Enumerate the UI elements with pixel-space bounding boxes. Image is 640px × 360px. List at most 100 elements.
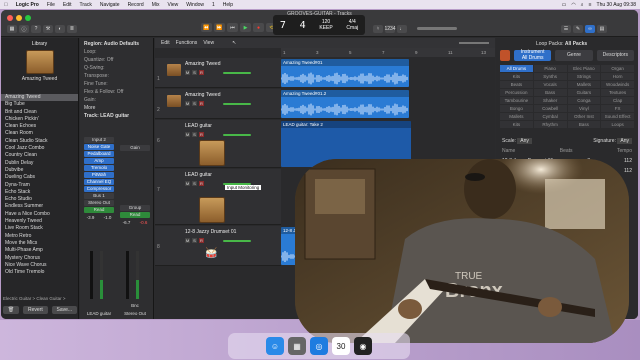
battery-icon[interactable]: ▭	[562, 2, 567, 8]
track-volume-slider[interactable]	[223, 103, 251, 105]
browser-button[interactable]: ▤	[597, 25, 607, 33]
library-item[interactable]: Old Time Tremolo	[1, 269, 78, 276]
plugin-slot[interactable]: Channel EQ	[84, 179, 114, 185]
library-item[interactable]: Echo Stack	[1, 189, 78, 196]
region-param[interactable]: Quantize: Off	[80, 56, 153, 64]
inspector-button[interactable]: ⓘ	[19, 25, 29, 33]
genre-tab[interactable]: Genre	[555, 50, 593, 61]
loop-reset-button[interactable]	[500, 50, 510, 61]
keyword-button[interactable]: Elec Piano	[567, 65, 601, 72]
track-header[interactable]: 7 LEAD guitar M S R Input Monitoring	[155, 169, 281, 225]
track-header[interactable]: 1 Amazing Tweed M S R	[155, 58, 281, 88]
solo-button[interactable]: S	[192, 101, 197, 106]
mute-button[interactable]: M	[185, 181, 190, 186]
solo-button[interactable]: S	[192, 70, 197, 75]
keyword-button[interactable]: Strings	[567, 73, 601, 80]
plugin-slot[interactable]: Compressor	[84, 186, 114, 192]
keyword-button[interactable]: Mallets	[500, 113, 533, 120]
gain-slot[interactable]: Gain	[120, 145, 150, 151]
track-inspector-title[interactable]: Track: LEAD guitar	[80, 112, 153, 120]
keyword-button[interactable]: Percussion	[500, 89, 533, 96]
master-volume-slider[interactable]	[417, 27, 457, 30]
revert-button[interactable]: Revert	[23, 306, 48, 314]
library-item[interactable]: Dueling Cabs	[1, 174, 78, 181]
app-menu[interactable]: Logic Pro	[12, 2, 43, 8]
keyword-button[interactable]: FX	[601, 105, 634, 112]
keyword-button[interactable]: Clap	[601, 97, 634, 104]
control-center-icon[interactable]: ≡	[589, 2, 592, 8]
launchpad-icon[interactable]: ▦	[288, 337, 306, 355]
library-item[interactable]: Dubvibe	[1, 167, 78, 174]
keyword-button[interactable]: Organ	[601, 65, 634, 72]
menu-edit[interactable]: Edit	[59, 2, 76, 8]
bus-send[interactable]: Bus 1	[84, 193, 114, 199]
list-editors-button[interactable]: ☰	[561, 25, 571, 33]
keyword-button[interactable]: Loops	[601, 121, 634, 128]
instrument-tab[interactable]: Instrument All Drums	[514, 49, 552, 61]
ruler[interactable]: 1 3 5 7 9 11 13	[281, 48, 495, 57]
region-param[interactable]: Transpose:	[80, 72, 153, 80]
track-name[interactable]: LEAD guitar	[185, 123, 212, 129]
record-enable-button[interactable]: R	[199, 101, 204, 106]
play-button[interactable]: ▶	[240, 23, 251, 32]
loop-browser-button[interactable]: ∞	[585, 25, 595, 33]
keyword-button[interactable]: Mallets	[567, 81, 601, 88]
plugin-slot[interactable]: Pedalboard	[84, 151, 114, 157]
track-header[interactable]: 8 12-8 Jazzy Drumset 01 M S R 🥁	[155, 226, 281, 266]
track-name[interactable]: Amazing Tweed	[185, 61, 220, 67]
track-volume-slider[interactable]	[223, 134, 251, 136]
group-slot[interactable]: Group	[120, 205, 150, 211]
wifi-icon[interactable]: ◠	[571, 2, 575, 8]
library-item[interactable]: Nice Wave Chorus	[1, 262, 78, 269]
keyword-button[interactable]: Piano	[533, 65, 567, 72]
track-volume-slider[interactable]	[223, 72, 251, 74]
library-item[interactable]: Move the Mics	[1, 240, 78, 247]
view-menu[interactable]: View	[203, 40, 214, 46]
track-volume-slider[interactable]	[223, 240, 251, 242]
record-enable-button[interactable]: R	[199, 70, 204, 75]
keyword-button[interactable]: Bass	[533, 89, 567, 96]
plugin-slot[interactable]: Noise Gate	[84, 144, 114, 150]
keyword-button[interactable]: Shaker	[533, 97, 567, 104]
calendar-icon[interactable]: 30	[332, 337, 350, 355]
region-param[interactable]: Gain:	[80, 96, 153, 104]
menu-track[interactable]: Track	[76, 2, 96, 8]
automation-read[interactable]: Read	[84, 207, 114, 213]
signature-select[interactable]: Any	[617, 138, 632, 144]
menu-file[interactable]: File	[43, 2, 59, 8]
audio-region[interactable]: Amazing Tweed#01	[281, 59, 409, 87]
keyword-button[interactable]: Beats	[500, 81, 533, 88]
library-button[interactable]: ▦	[7, 25, 17, 33]
zoom-slider[interactable]	[459, 42, 489, 44]
safari-icon[interactable]: ◎	[310, 337, 328, 355]
descriptors-tab[interactable]: Descriptors	[596, 50, 634, 61]
library-item[interactable]: Clean Studio Stack	[1, 138, 78, 145]
region-inspector-title[interactable]: Region: Audio Defaults	[80, 40, 153, 48]
edit-menu[interactable]: Edit	[161, 40, 170, 46]
keyword-button[interactable]: Tambourine	[500, 97, 533, 104]
keyword-button[interactable]: Bongo	[500, 105, 533, 112]
menu-mix[interactable]: Mix	[148, 2, 164, 8]
region-param[interactable]: Flex & Follow: Off	[80, 88, 153, 96]
library-item[interactable]: Dublin Delay	[1, 160, 78, 167]
library-item[interactable]: Have a Nice Combo	[1, 211, 78, 218]
keyword-button[interactable]: Horn	[601, 73, 634, 80]
library-item[interactable]: Metro Retro	[1, 233, 78, 240]
keyword-button[interactable]: Cymbal	[533, 113, 567, 120]
smart-controls-button[interactable]: ◐	[55, 25, 65, 33]
menu-help[interactable]: Help	[219, 2, 237, 8]
menu-record[interactable]: Record	[124, 2, 148, 8]
menubar-clock[interactable]: Thu 30 Aug 09:38	[597, 2, 636, 8]
keyword-button[interactable]: Conga	[567, 97, 601, 104]
library-item[interactable]: Heavenly Tweed	[1, 218, 78, 225]
library-item[interactable]: Cool Jazz Combo	[1, 145, 78, 152]
library-item[interactable]: Endless Summer	[1, 203, 78, 210]
toolbar-button[interactable]: ⚒	[43, 25, 53, 33]
rewind-button[interactable]: ⏪	[201, 23, 212, 32]
menu-navigate[interactable]: Navigate	[96, 2, 124, 8]
volume-fader[interactable]	[90, 251, 93, 299]
metronome-button[interactable]: ♩	[397, 25, 407, 33]
track-header[interactable]: 6 LEAD guitar M S R	[155, 120, 281, 168]
logic-pro-icon[interactable]: ◉	[354, 337, 372, 355]
region-param[interactable]: Loop:	[80, 48, 153, 56]
